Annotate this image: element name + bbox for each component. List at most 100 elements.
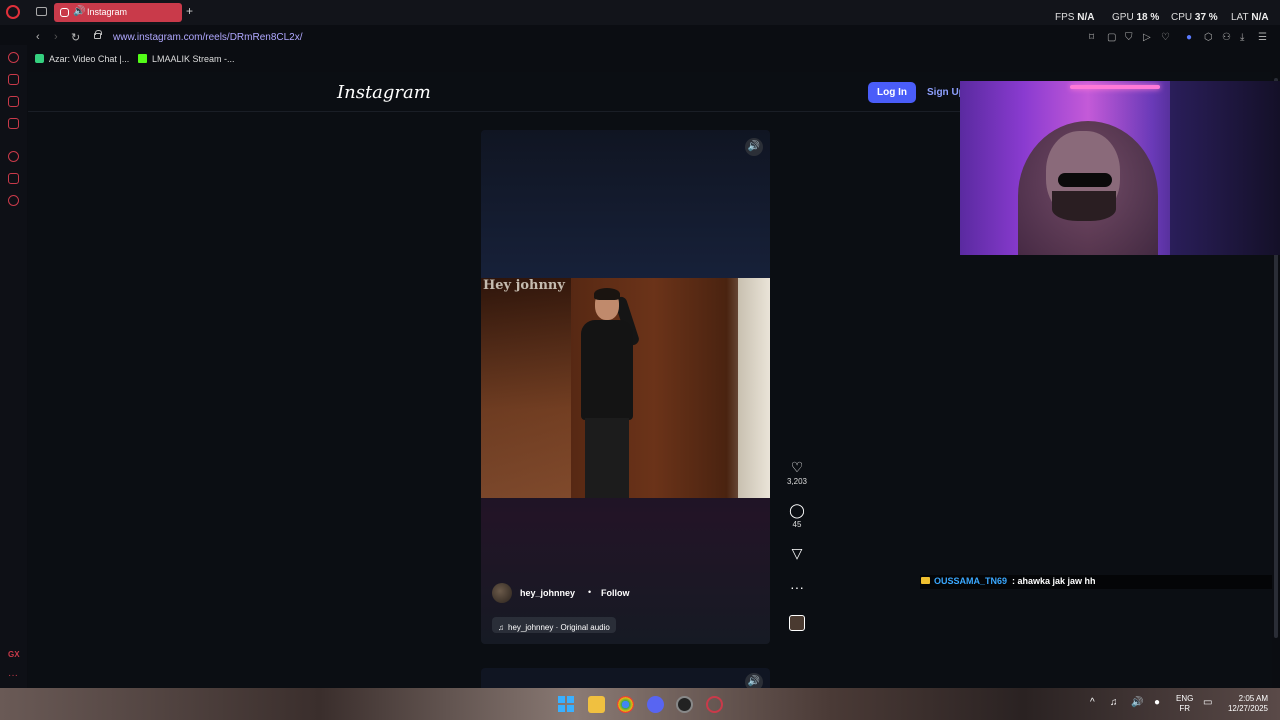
forward-icon[interactable]: ›	[54, 31, 58, 43]
tab-instagram[interactable]: 🔊 Instagram	[54, 3, 182, 22]
tab-title: Instagram	[87, 7, 128, 17]
messenger-icon[interactable]	[8, 118, 19, 129]
bookmark-lmaalik[interactable]: LMAALIK Stream -...	[138, 54, 235, 64]
clock-time: 2:05 AM	[1238, 694, 1268, 703]
video-caption: Hey johnny	[483, 278, 565, 293]
new-tab-button[interactable]: +	[186, 4, 193, 18]
headset-icon[interactable]: ♫	[1110, 697, 1118, 720]
bookmark-azar[interactable]: Azar: Video Chat |...	[35, 54, 129, 64]
next-reel-card[interactable]: 🔊	[481, 668, 770, 688]
screenshot-icon[interactable]: ▢	[1107, 32, 1116, 43]
browser-sidebar: GX ···	[0, 45, 27, 688]
file-explorer-icon[interactable]	[588, 696, 605, 713]
follow-button[interactable]: Follow	[601, 588, 630, 598]
more-action[interactable]: ···	[784, 580, 810, 594]
speaker-icon[interactable]: 🔊	[1131, 697, 1143, 720]
volume-icon[interactable]: 🔊	[745, 138, 763, 156]
more-icon[interactable]: ···	[8, 670, 18, 681]
gpu-value: 18 %	[1136, 12, 1160, 23]
azar-icon	[35, 54, 44, 63]
led-strip	[1070, 85, 1160, 89]
bookmark-label: LMAALIK Stream -...	[152, 54, 235, 64]
heart-icon[interactable]: ♡	[784, 460, 810, 474]
windows-start-icon[interactable]	[558, 696, 575, 713]
tray-chevron-icon[interactable]: ^	[1090, 697, 1095, 720]
person-torso	[581, 320, 633, 420]
lock-icon	[94, 30, 102, 39]
gpu-readout: GPU 18 %	[1112, 12, 1159, 23]
gx-corner-icon[interactable]	[8, 74, 19, 85]
share-icon[interactable]: ▽	[784, 546, 810, 560]
cpu-readout: CPU 37 %	[1171, 12, 1218, 23]
fps-readout: FPS N/A	[1055, 12, 1094, 23]
settings-icon[interactable]	[8, 195, 19, 206]
tab-audio-icon[interactable]: 🔊	[73, 6, 85, 17]
workspaces-icon[interactable]	[36, 7, 47, 16]
login-button[interactable]: Log In	[868, 82, 916, 103]
back-icon[interactable]: ‹	[36, 31, 40, 43]
volume-icon[interactable]: 🔊	[745, 673, 763, 688]
vpn-icon[interactable]: ●	[1186, 32, 1192, 43]
opera-gx-icon[interactable]	[706, 696, 723, 713]
windows-taskbar: ^ ♫ 🔊 ● ENG FR ▭ 2:05 AM 12/27/2025	[0, 688, 1280, 720]
obs-icon[interactable]	[676, 696, 693, 713]
play-icon[interactable]: ▷	[1143, 32, 1151, 43]
lat-label: LAT	[1231, 12, 1249, 23]
kick-icon	[138, 54, 147, 63]
tab-bar: 🔊 Instagram + FPS N/A GPU 18 % CPU 37 % …	[0, 0, 1280, 25]
cpu-value: 37 %	[1194, 12, 1218, 23]
share-action[interactable]: ▽	[784, 546, 810, 560]
streamer-beard	[1052, 191, 1116, 221]
avatar[interactable]	[492, 583, 512, 603]
shield-icon[interactable]: ⛉	[1125, 32, 1133, 43]
start-tile	[558, 696, 565, 703]
more-options-icon[interactable]: ···	[784, 580, 810, 594]
gpu-label: GPU	[1112, 12, 1134, 23]
gx-control-icon[interactable]: GX	[8, 650, 20, 659]
start-tile	[558, 705, 565, 712]
extensions-icon[interactable]: ⬡	[1204, 32, 1213, 43]
music-note-icon: ♫	[498, 623, 504, 632]
language-bottom: FR	[1179, 704, 1190, 713]
language-top: ENG	[1176, 694, 1194, 703]
comment-action[interactable]: ◯ 45	[784, 503, 810, 529]
clock[interactable]: 2:05 AM 12/27/2025	[1224, 694, 1268, 720]
network-icon[interactable]: ▭	[1203, 697, 1212, 720]
profile-icon[interactable]: ⚇	[1222, 32, 1231, 43]
history-icon[interactable]	[8, 151, 19, 162]
video-person	[563, 288, 653, 498]
opera-logo-icon[interactable]	[6, 5, 20, 19]
microphone-icon[interactable]: ●	[1154, 697, 1160, 720]
flow-icon[interactable]	[8, 52, 19, 63]
reel-card[interactable]: 🔊 Hey johnny hey_johnney • Follow ♫ hey_j…	[481, 130, 770, 644]
chat-text: : ahawka jak jaw hh	[1012, 576, 1096, 586]
audio-chip[interactable]: ♫ hey_johnney · Original audio	[492, 617, 616, 633]
reel-video[interactable]: Hey johnny	[481, 278, 770, 498]
cpu-label: CPU	[1171, 12, 1193, 23]
author-name[interactable]: hey_johnney	[520, 588, 575, 598]
menu-icon[interactable]: ☰	[1258, 32, 1267, 43]
twitch-icon[interactable]	[8, 96, 19, 107]
comment-icon[interactable]: ◯	[784, 503, 810, 517]
discord-icon[interactable]	[647, 696, 664, 713]
download-icon[interactable]: ⤓	[1240, 32, 1244, 43]
address-bar: ‹ › ↻ www.instagram.com/reels/DRmRen8CL2…	[28, 28, 1280, 49]
language-indicator[interactable]: ENG FR	[1176, 694, 1193, 720]
extensions-sidebar-icon[interactable]	[8, 173, 19, 184]
instagram-logo[interactable]: Instagram	[337, 82, 431, 103]
url-field[interactable]: www.instagram.com/reels/DRmRen8CL2x/	[113, 32, 303, 43]
crown-badge-icon	[921, 577, 930, 584]
heart-icon[interactable]: ♡	[1161, 32, 1170, 43]
instagram-favicon-icon	[60, 8, 69, 17]
webcam-overlay	[960, 81, 1280, 255]
lat-value: N/A	[1251, 12, 1269, 23]
like-action[interactable]: ♡ 3,203	[784, 460, 810, 486]
person-hair	[594, 288, 620, 300]
start-tile	[567, 705, 574, 712]
lat-readout: LAT N/A	[1231, 12, 1269, 23]
snapshot-icon[interactable]: ⌑	[1089, 32, 1094, 43]
chat-username: OUSSAMA_TN69	[934, 576, 1008, 586]
audio-thumbnail[interactable]	[789, 615, 805, 631]
chrome-icon[interactable]	[617, 696, 634, 713]
reload-icon[interactable]: ↻	[71, 31, 80, 44]
